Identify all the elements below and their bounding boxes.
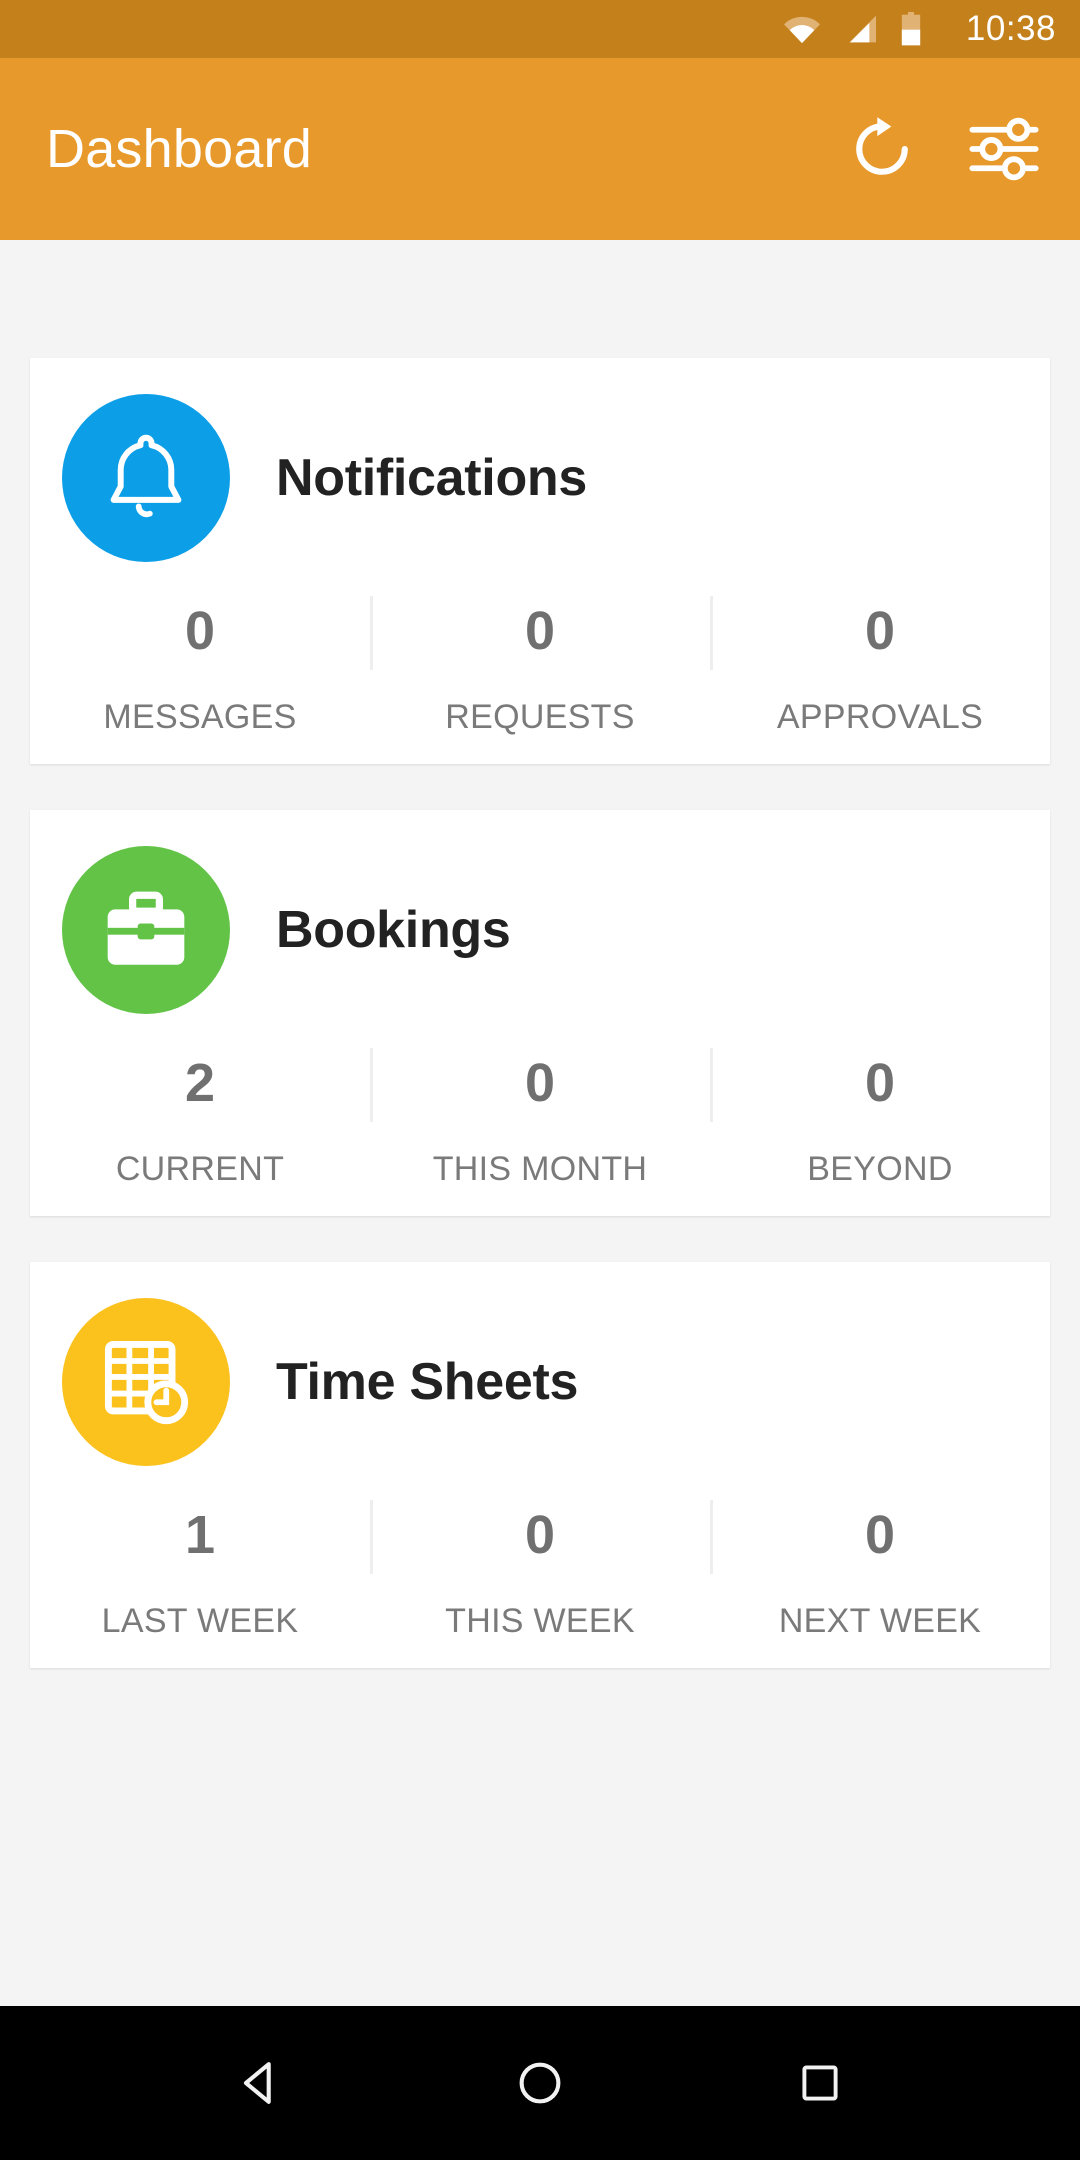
briefcase-icon-circle: [62, 846, 230, 1014]
stat-beyond[interactable]: 0 BEYOND: [710, 1038, 1050, 1186]
briefcase-icon: [99, 886, 193, 974]
stat-this-week[interactable]: 0 THIS WEEK: [370, 1490, 710, 1638]
filter-settings-button[interactable]: [962, 107, 1046, 191]
stat-value: 2: [184, 1053, 216, 1113]
timesheet-grid-clock-icon: [99, 1335, 193, 1429]
stat-label: REQUESTS: [445, 698, 635, 736]
stat-current[interactable]: 2 CURRENT: [30, 1038, 370, 1186]
status-bar-icons: 10:38: [782, 9, 1056, 49]
stat-approvals[interactable]: 0 APPROVALS: [710, 586, 1050, 734]
stat-label: THIS WEEK: [445, 1602, 635, 1640]
stats-row: 0 MESSAGES 0 REQUESTS 0 APPROVALS: [30, 586, 1050, 734]
stat-last-week[interactable]: 1 LAST WEEK: [30, 1490, 370, 1638]
back-triangle-icon: [231, 2054, 289, 2112]
back-button[interactable]: [200, 2023, 320, 2143]
card-header: Bookings: [30, 846, 1050, 1014]
timesheet-icon-circle: [62, 1298, 230, 1466]
stat-value: 0: [864, 1505, 896, 1565]
card-title: Time Sheets: [276, 1353, 579, 1411]
stat-value: 0: [524, 1505, 556, 1565]
stat-value: 0: [864, 601, 896, 661]
stats-row: 1 LAST WEEK 0 THIS WEEK 0 NEXT WEEK: [30, 1490, 1050, 1638]
app-bar-actions: [840, 107, 1046, 191]
stat-value: 1: [184, 1505, 216, 1565]
status-bar: 10:38: [0, 0, 1080, 58]
app-bar: Dashboard: [0, 58, 1080, 240]
card-notifications[interactable]: Notifications 0 MESSAGES 0 REQUESTS 0 AP…: [30, 358, 1050, 764]
stat-value: 0: [524, 601, 556, 661]
stat-this-month[interactable]: 0 THIS MONTH: [370, 1038, 710, 1186]
dashboard-content: Notifications 0 MESSAGES 0 REQUESTS 0 AP…: [0, 240, 1080, 2006]
filter-settings-icon: [968, 116, 1040, 182]
card-bookings[interactable]: Bookings 2 CURRENT 0 THIS MONTH 0 BEYOND: [30, 810, 1050, 1216]
bell-icon-circle: [62, 394, 230, 562]
stat-label: CURRENT: [115, 1150, 285, 1188]
stat-value: 0: [184, 601, 216, 661]
stat-value: 0: [524, 1053, 556, 1113]
card-title: Bookings: [276, 901, 511, 959]
stat-label: LAST WEEK: [101, 1602, 299, 1640]
card-title: Notifications: [276, 449, 587, 507]
recents-button[interactable]: [760, 2023, 880, 2143]
page-title: Dashboard: [46, 119, 312, 179]
wifi-icon: [782, 14, 822, 44]
bell-icon: [100, 430, 192, 526]
stat-requests[interactable]: 0 REQUESTS: [370, 586, 710, 734]
stat-label: APPROVALS: [776, 698, 984, 736]
stat-value: 0: [864, 1053, 896, 1113]
card-header: Notifications: [30, 394, 1050, 562]
card-header: Time Sheets: [30, 1298, 1050, 1466]
refresh-icon: [847, 114, 917, 184]
stat-label: NEXT WEEK: [778, 1602, 982, 1640]
status-bar-clock: 10:38: [965, 9, 1056, 48]
home-circle-icon: [511, 2054, 569, 2112]
stat-next-week[interactable]: 0 NEXT WEEK: [710, 1490, 1050, 1638]
stat-messages[interactable]: 0 MESSAGES: [30, 586, 370, 734]
stat-label: THIS MONTH: [432, 1150, 648, 1188]
dashboard-screen: 10:38 Dashboard Notifications 0 MESSAGES…: [0, 0, 1080, 2160]
battery-icon: [900, 12, 922, 46]
recents-square-icon: [794, 2057, 846, 2109]
system-navigation-bar: [0, 2006, 1080, 2160]
home-button[interactable]: [480, 2023, 600, 2143]
stat-label: MESSAGES: [103, 698, 297, 736]
stats-row: 2 CURRENT 0 THIS MONTH 0 BEYOND: [30, 1038, 1050, 1186]
stat-label: BEYOND: [807, 1150, 953, 1188]
cell-signal-icon: [844, 14, 878, 44]
card-time-sheets[interactable]: Time Sheets 1 LAST WEEK 0 THIS WEEK 0 NE…: [30, 1262, 1050, 1668]
refresh-button[interactable]: [840, 107, 924, 191]
